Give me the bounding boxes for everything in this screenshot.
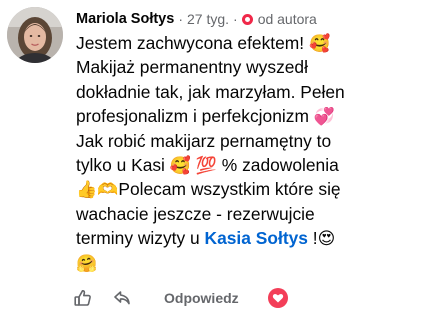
emoji-hugging-icon: 🤗 bbox=[76, 253, 98, 273]
comment: Mariola Sołtys · 27 tyg. · od autora Jes… bbox=[0, 0, 428, 314]
emoji-smiling-hearts-icon: 🥰 bbox=[169, 155, 191, 175]
comment-text: profesjonalizm i perfekcjonizm bbox=[76, 106, 314, 127]
reply-icon-button[interactable] bbox=[111, 287, 133, 309]
emoji-heart-eyes-icon: 😍 bbox=[317, 229, 336, 249]
comment-body: Jestem zachwycona efektem! 🥰 Makijaż per… bbox=[76, 31, 421, 275]
reply-arrow-icon bbox=[114, 291, 130, 305]
thumbs-up-icon bbox=[74, 289, 91, 306]
comment-text: Polecam wszystkim które się bbox=[118, 179, 341, 200]
comment-line: Makijaż permanentny wyszedł bbox=[76, 55, 421, 79]
comment-text: dokładnie tak, jak marzyłam. Pełen bbox=[76, 81, 345, 102]
comment-text: terminy wizyty u bbox=[76, 228, 205, 249]
comment-text: Jestem zachwycona efektem! bbox=[76, 33, 309, 53]
author-name[interactable]: Mariola Sołtys bbox=[76, 11, 174, 27]
like-button[interactable] bbox=[72, 287, 94, 309]
emoji-revolving-hearts-icon: 💞 bbox=[313, 107, 335, 127]
comment-line: wachacie jeszcze - rezerwujcie bbox=[76, 202, 421, 226]
author-badge: od autora bbox=[241, 11, 317, 27]
record-icon bbox=[241, 13, 253, 25]
comment-text: ! bbox=[307, 228, 318, 249]
comment-text: Jak robić makijarz pernamętny to bbox=[76, 130, 332, 151]
comment-line: dokładnie tak, jak marzyłam. Pełen bbox=[76, 80, 421, 104]
love-reaction-button[interactable] bbox=[267, 288, 288, 308]
header-separator: · bbox=[233, 11, 238, 27]
comment-text: wachacie jeszcze - rezerwujcie bbox=[76, 203, 315, 224]
comment-header: Mariola Sołtys · 27 tyg. · od autora bbox=[76, 9, 317, 29]
header-separator: · bbox=[178, 11, 183, 27]
emoji-hundred-icon: 💯 bbox=[195, 155, 217, 175]
comment-text: % zadowolenia bbox=[216, 154, 339, 175]
comment-line: Jak robić makijarz pernamętny to bbox=[76, 129, 421, 153]
comment-line: terminy wizyty u Kasia Sołtys !😍 bbox=[76, 226, 421, 250]
comment-line: 🤗 bbox=[76, 251, 421, 275]
comment-line: profesjonalizm i perfekcjonizm 💞 bbox=[76, 104, 421, 128]
emoji-thumbs-hands-icon: 👍🫶 bbox=[76, 180, 119, 200]
comment-line: Jestem zachwycona efektem! 🥰 bbox=[76, 31, 421, 55]
heart-icon bbox=[272, 293, 283, 303]
avatar-image bbox=[7, 7, 63, 63]
comment-text: tylko u Kasi bbox=[76, 154, 170, 175]
avatar[interactable] bbox=[7, 7, 63, 63]
comment-text: Makijaż permanentny wyszedł bbox=[76, 57, 308, 78]
comment-time[interactable]: 27 tyg. bbox=[187, 11, 229, 27]
comment-line: 👍🫶Polecam wszystkim które się bbox=[76, 177, 421, 201]
author-badge-label: od autora bbox=[257, 11, 317, 27]
reply-button[interactable]: Odpowiedz bbox=[164, 290, 239, 306]
mention-link[interactable]: Kasia Sołtys bbox=[205, 228, 308, 248]
emoji-smiling-hearts-icon: 🥰 bbox=[308, 34, 331, 53]
comment-line: tylko u Kasi 🥰 💯 % zadowolenia bbox=[76, 153, 421, 177]
comment-actions: Odpowiedz bbox=[72, 286, 288, 310]
